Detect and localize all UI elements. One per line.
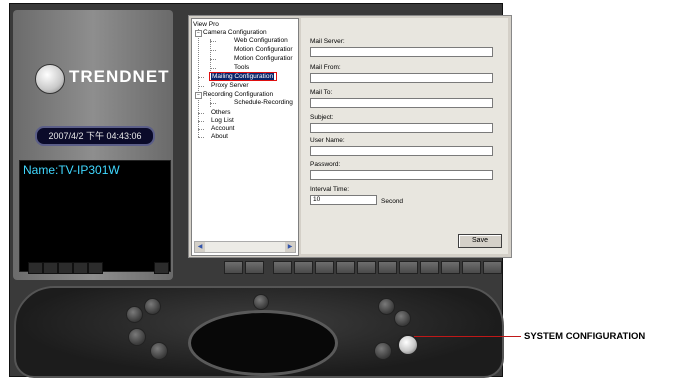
toolbar-button-6[interactable]	[336, 261, 355, 274]
tree-schedule-recording[interactable]: Schedule-Recording	[234, 99, 293, 107]
interval-time-label: Interval Time:	[310, 186, 350, 193]
mini-button-6[interactable]	[154, 262, 169, 274]
collapse-icon[interactable]: −	[195, 92, 202, 99]
password-label: Password:	[310, 161, 341, 168]
trendnet-logo: TRENDNET	[25, 60, 169, 100]
user-name-input[interactable]	[310, 146, 493, 156]
tree-motion-configuration-2[interactable]: Motion Configuratior	[234, 55, 293, 63]
collapse-icon[interactable]: −	[195, 30, 202, 37]
toolbar-button-7[interactable]	[357, 261, 376, 274]
interval-time-input[interactable]: 10	[310, 195, 377, 205]
toolbar-button-9[interactable]	[399, 261, 418, 274]
left-button-4[interactable]	[150, 342, 168, 360]
save-button[interactable]: Save	[458, 234, 502, 248]
system-configuration-button[interactable]	[397, 334, 419, 356]
toolbar-button-5[interactable]	[315, 261, 334, 274]
left-button-1[interactable]	[126, 306, 143, 323]
tree-recording-configuration[interactable]: Recording Configuration	[203, 91, 273, 99]
tree-log-list[interactable]: Log List	[211, 117, 234, 125]
tree-others[interactable]: Others	[211, 109, 231, 117]
datetime-display: 2007/4/2 下午 04:43:06	[35, 126, 155, 146]
view-toolbar	[224, 261, 504, 275]
tree-tools[interactable]: Tools	[234, 64, 249, 72]
mail-from-label: Mail From:	[310, 64, 341, 71]
toolbar-button-8[interactable]	[378, 261, 397, 274]
mail-from-input[interactable]	[310, 73, 493, 83]
tree-account[interactable]: Account	[211, 125, 235, 133]
horizontal-scrollbar[interactable]: ◀ ▶	[194, 241, 296, 253]
selection-highlight	[209, 72, 277, 81]
mini-button-4[interactable]	[73, 262, 88, 274]
user-name-label: User Name:	[310, 137, 345, 144]
callout-line	[414, 336, 521, 337]
system-configuration-callout: SYSTEM CONFIGURATION	[524, 331, 646, 342]
tree-root[interactable]: View Pro	[193, 21, 219, 29]
top-center-button[interactable]	[253, 294, 269, 310]
left-button-3[interactable]	[128, 328, 146, 346]
left-panel: TRENDNET 2007/4/2 下午 04:43:06 Name:TV-IP…	[13, 10, 173, 280]
control-panel	[14, 286, 504, 378]
mini-toolbar	[28, 262, 173, 274]
scroll-right-icon[interactable]: ▶	[285, 242, 295, 252]
tree-about[interactable]: About	[211, 133, 228, 141]
mini-button-2[interactable]	[43, 262, 58, 274]
mail-to-input[interactable]	[310, 98, 493, 108]
right-button-2[interactable]	[394, 310, 411, 327]
brand-name: TRENDNET	[69, 67, 170, 86]
toolbar-button-11[interactable]	[441, 261, 460, 274]
subject-input[interactable]	[310, 123, 493, 133]
mail-to-label: Mail To:	[310, 89, 333, 96]
right-button-1[interactable]	[378, 298, 395, 315]
toolbar-button-1[interactable]	[224, 261, 243, 274]
camera-preview: Name:TV-IP301W	[19, 160, 171, 272]
tree-web-configuration[interactable]: Web Configuration	[234, 37, 288, 45]
mail-server-input[interactable]	[310, 47, 493, 57]
toolbar-button-4[interactable]	[294, 261, 313, 274]
scroll-left-icon[interactable]: ◀	[195, 242, 205, 252]
tree-proxy-server[interactable]: Proxy Server	[211, 82, 249, 90]
interval-unit-label: Second	[381, 198, 404, 205]
tree-camera-configuration[interactable]: Camera Configuration	[203, 29, 267, 37]
configuration-window: View Pro − Camera Configuration Web Conf…	[188, 15, 512, 258]
mini-button-1[interactable]	[28, 262, 43, 274]
toolbar-button-12[interactable]	[462, 261, 481, 274]
config-tree: View Pro − Camera Configuration Web Conf…	[191, 18, 299, 256]
camera-name-label: Name:TV-IP301W	[23, 163, 120, 177]
mini-button-5[interactable]	[88, 262, 103, 274]
mailing-configuration-form: Mail Server: Mail From: Mail To: Subject…	[301, 18, 508, 254]
toolbar-button-3[interactable]	[273, 261, 292, 274]
right-button-3[interactable]	[374, 342, 392, 360]
toolbar-button-13[interactable]	[483, 261, 502, 274]
mail-server-label: Mail Server:	[310, 38, 345, 45]
toolbar-button-2[interactable]	[245, 261, 264, 274]
logo-icon	[35, 64, 65, 94]
subject-label: Subject:	[310, 114, 334, 121]
password-input[interactable]	[310, 170, 493, 180]
toolbar-button-10[interactable]	[420, 261, 439, 274]
tree-motion-configuration-1[interactable]: Motion Configuratior	[234, 46, 293, 54]
mini-button-3[interactable]	[58, 262, 73, 274]
camera-viewer-app: TRENDNET 2007/4/2 下午 04:43:06 Name:TV-IP…	[9, 3, 512, 378]
center-display	[188, 310, 338, 376]
left-button-2[interactable]	[144, 298, 161, 315]
